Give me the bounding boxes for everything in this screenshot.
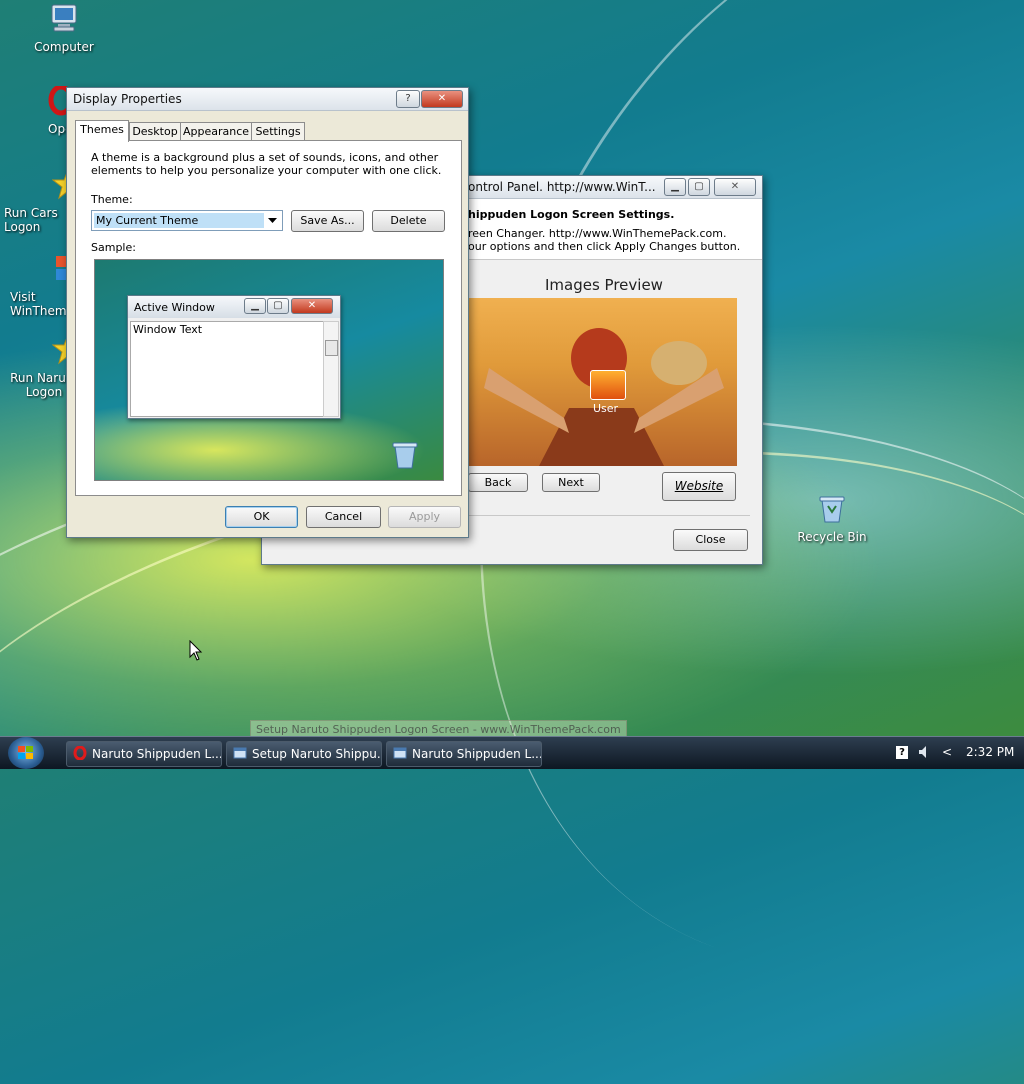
- sample-window-body: Window Text: [130, 321, 325, 417]
- sample-maximize-icon: ▢: [267, 298, 289, 314]
- theme-label: Theme:: [91, 193, 133, 206]
- website-button[interactable]: Website: [662, 472, 736, 501]
- help-button[interactable]: ?: [396, 90, 420, 108]
- desktop-icon-computer[interactable]: Computer: [19, 2, 109, 54]
- close-button[interactable]: ✕: [714, 178, 756, 196]
- ok-button[interactable]: OK: [225, 506, 298, 528]
- opera-icon: [73, 746, 87, 760]
- close-dialog-button[interactable]: Close: [673, 529, 748, 551]
- help-tray-icon[interactable]: ?: [896, 746, 908, 759]
- theme-select[interactable]: My Current Theme: [91, 210, 283, 231]
- mouse-cursor-icon: [189, 640, 203, 661]
- tab-appearance[interactable]: Appearance: [180, 122, 252, 141]
- delete-button[interactable]: Delete: [372, 210, 445, 232]
- theme-description: A theme is a background plus a set of so…: [91, 151, 442, 177]
- computer-icon: [51, 4, 77, 32]
- user-tile-icon: [590, 370, 626, 400]
- user-label: User: [593, 402, 619, 415]
- sample-scrollbar: [323, 321, 339, 417]
- sample-window-text: Window Text: [133, 323, 203, 336]
- header-line: our options and then click Apply Changes…: [468, 240, 741, 253]
- taskbar-item-label: Naruto Shippuden L...: [92, 747, 222, 761]
- recycle-bin-icon: [392, 442, 418, 469]
- minimize-button[interactable]: ▁: [664, 178, 686, 196]
- taskbar-item[interactable]: Naruto Shippuden L...: [386, 741, 542, 767]
- show-hidden-icons-button[interactable]: <: [942, 745, 952, 759]
- maximize-button[interactable]: ▢: [688, 178, 710, 196]
- header-title: hippuden Logon Screen Settings.: [468, 208, 675, 221]
- cancel-button[interactable]: Cancel: [306, 506, 381, 528]
- sample-close-icon: ✕: [291, 298, 333, 314]
- logon-preview-image: User: [469, 298, 737, 466]
- display-properties-dialog[interactable]: Display Properties ? ✕ Themes Desktop Ap…: [66, 87, 469, 538]
- theme-select-value: My Current Theme: [94, 213, 264, 228]
- tab-strip: Themes Desktop Appearance Settings: [75, 120, 465, 142]
- windows-logo-icon: [18, 746, 33, 759]
- tab-themes[interactable]: Themes: [75, 120, 129, 142]
- tab-desktop[interactable]: Desktop: [129, 122, 181, 141]
- window-icon: [393, 747, 407, 759]
- taskbar-item-label: Naruto Shippuden L...: [412, 747, 542, 761]
- speaker-tray-icon[interactable]: [918, 745, 932, 759]
- dialog-titlebar[interactable]: Display Properties ? ✕: [67, 88, 468, 111]
- themes-tab-page: A theme is a background plus a set of so…: [75, 140, 462, 496]
- next-button[interactable]: Next: [542, 473, 600, 492]
- window-icon: [233, 747, 247, 759]
- sample-label: Sample:: [91, 241, 136, 254]
- sample-minimize-icon: ▁: [244, 298, 266, 314]
- header-line: reen Changer. http://www.WinThemePack.co…: [468, 227, 727, 240]
- sample-titlebar: Active Window ▁ ▢ ✕: [128, 296, 340, 318]
- start-button[interactable]: [8, 737, 44, 769]
- theme-sample-preview: Active Window ▁ ▢ ✕ Window Text: [94, 259, 444, 481]
- preview-title: Images Preview: [545, 276, 663, 294]
- desktop-icon-label: Recycle Bin: [797, 530, 867, 544]
- taskbar-item[interactable]: Naruto Shippuden L...: [66, 741, 222, 767]
- apply-button[interactable]: Apply: [388, 506, 461, 528]
- close-button[interactable]: ✕: [421, 90, 463, 108]
- sample-active-window: Active Window ▁ ▢ ✕ Window Text: [127, 295, 341, 419]
- clock[interactable]: 2:32 PM: [966, 745, 1014, 759]
- recycle-bin-icon: [819, 496, 845, 523]
- desktop-icon-label: Computer: [34, 40, 94, 54]
- desktop-icon-recycle-bin[interactable]: Recycle Bin: [787, 492, 877, 544]
- save-as-button[interactable]: Save As...: [291, 210, 364, 232]
- sample-window-title: Active Window: [134, 301, 215, 314]
- window-title: ontrol Panel. http://www.WinT...: [468, 180, 656, 194]
- taskbar-item-label: Setup Naruto Shippu...: [252, 747, 382, 761]
- taskbar-item[interactable]: Setup Naruto Shippu...: [226, 741, 382, 767]
- chevron-down-icon: [268, 218, 277, 223]
- back-button[interactable]: Back: [468, 473, 528, 492]
- dialog-title: Display Properties: [73, 92, 182, 106]
- divider: [468, 515, 750, 516]
- taskbar: Naruto Shippuden L... Setup Naruto Shipp…: [0, 736, 1024, 769]
- tab-settings[interactable]: Settings: [251, 122, 305, 141]
